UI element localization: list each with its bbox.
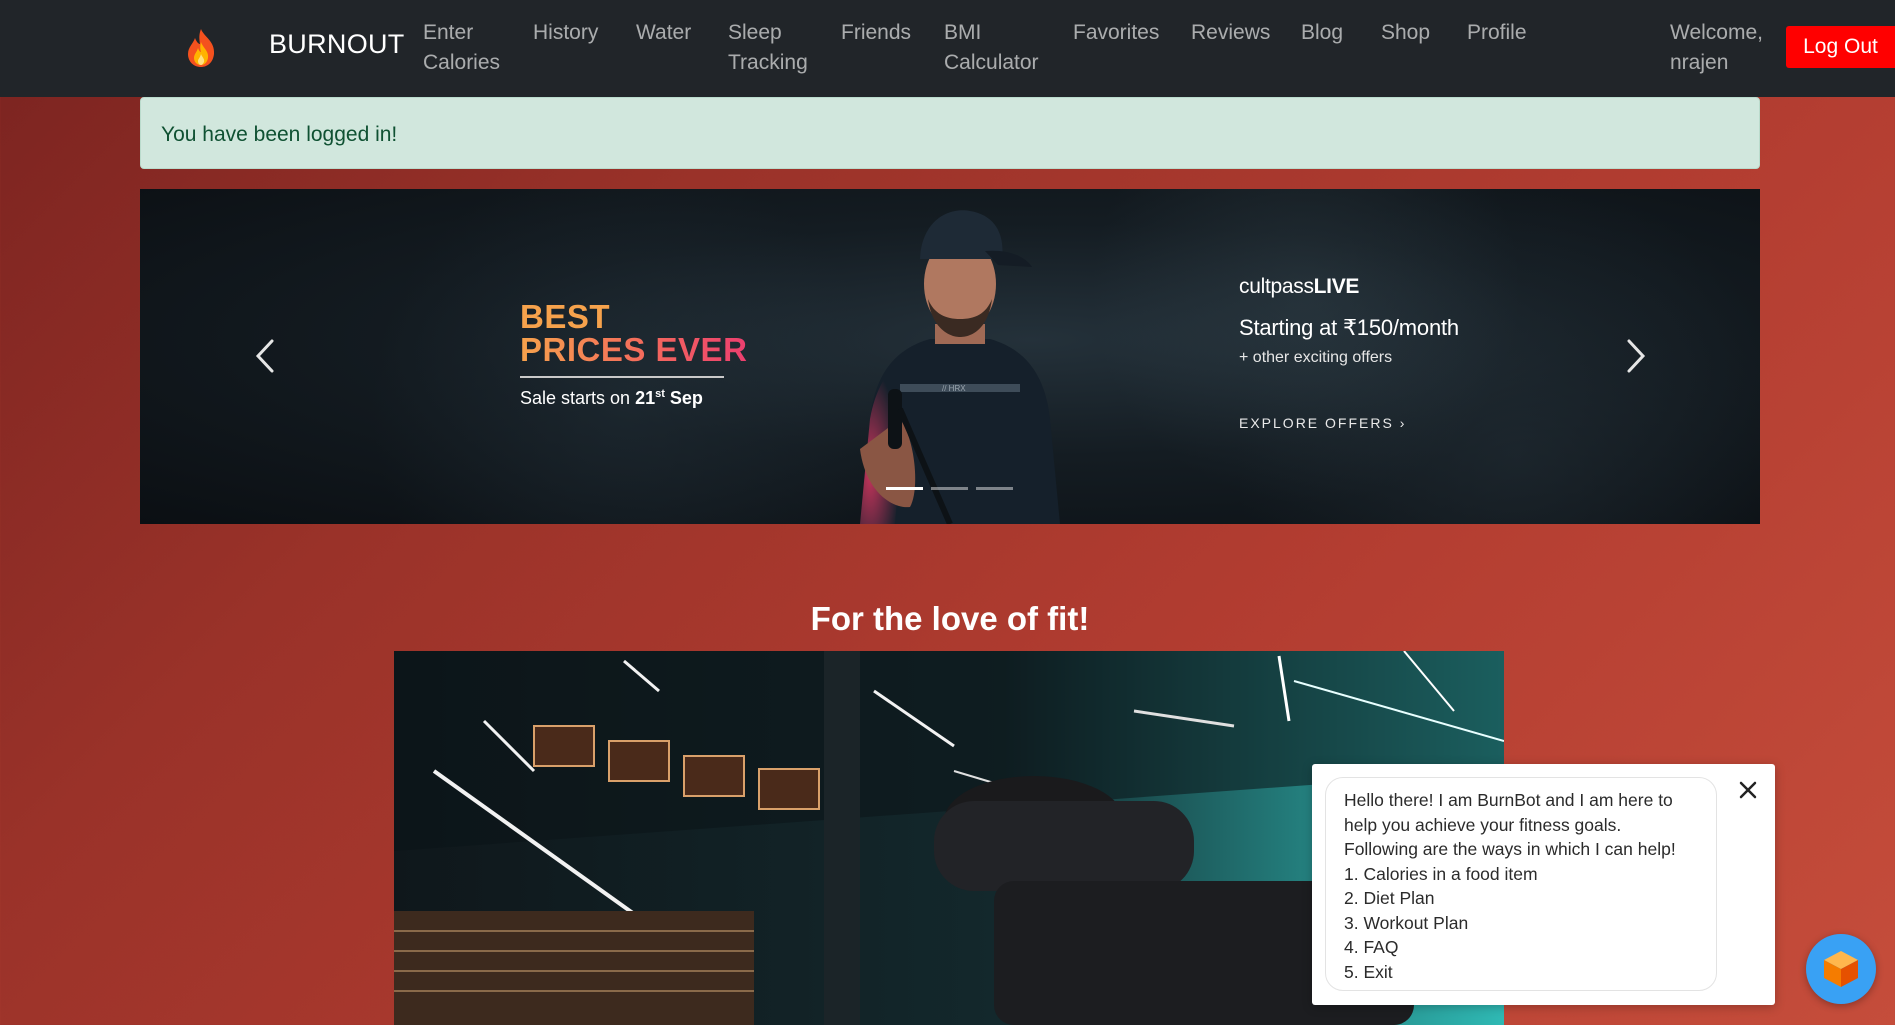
sale-date-suffix: st — [655, 388, 665, 400]
promo-carousel[interactable]: BEST PRICES EVER Sale starts on 21st Sep… — [140, 189, 1760, 524]
athlete-image: // HRX — [860, 210, 1060, 524]
chat-option-diet-plan: 2. Diet Plan — [1344, 888, 1435, 908]
carousel-indicator-2[interactable] — [931, 487, 968, 490]
nav-link-favorites[interactable]: Favorites — [1073, 18, 1159, 48]
logout-button[interactable]: Log Out — [1786, 26, 1895, 68]
cultpass-price: Starting at ₹150/month — [1239, 315, 1459, 340]
chatbot-panel: Hello there! I am BurnBot and I am here … — [1312, 764, 1775, 1005]
chat-option-calories: 1. Calories in a food item — [1344, 863, 1538, 884]
carousel-indicators — [886, 487, 1013, 490]
nav-link-water[interactable]: Water — [636, 18, 691, 48]
cultpass-brand-light: cultpass — [1239, 275, 1314, 298]
shirt-logo: // HRX — [942, 384, 966, 393]
carousel-next-icon[interactable] — [1615, 331, 1655, 381]
cultpass-brand-bold: LIVE — [1313, 275, 1360, 298]
explore-offers-link[interactable]: EXPLORE OFFERS › — [1239, 415, 1459, 431]
chatbot-launcher-button[interactable] — [1806, 934, 1876, 1004]
chat-option-faq: 4. FAQ — [1344, 937, 1399, 957]
section-title: For the love of fit! — [810, 600, 1090, 637]
brand-link[interactable]: BURNOUT — [269, 29, 405, 60]
promo-sale-date: Sale starts on 21st Sep — [520, 388, 747, 409]
promo-headline-block: BEST PRICES EVER Sale starts on 21st Sep — [520, 298, 748, 409]
carousel-indicator-1[interactable] — [886, 487, 923, 490]
nav-link-bmi-calculator[interactable]: BMI Calculator — [944, 18, 1039, 78]
cultpass-offers: + other exciting offers — [1239, 349, 1393, 366]
chat-line: Hello there! I am BurnBot and I am here … — [1344, 790, 1673, 810]
chat-option-workout-plan: 3. Workout Plan — [1344, 912, 1469, 933]
cultpass-brand: cultpassLIVE — [1239, 275, 1459, 299]
chat-option-exit: 5. Exit — [1344, 961, 1393, 982]
navbar: BURNOUT Enter Calories History Water Sle… — [0, 0, 1895, 97]
nav-link-history[interactable]: History — [533, 18, 598, 48]
nav-link-blog[interactable]: Blog — [1301, 18, 1343, 48]
welcome-text: Welcome, nrajen — [1670, 21, 1763, 74]
chat-line: help you achieve your fitness goals. — [1344, 814, 1622, 835]
nav-link-profile[interactable]: Profile — [1467, 18, 1527, 48]
carousel-prev-icon[interactable] — [246, 331, 286, 381]
sale-month: Sep — [664, 388, 703, 408]
sale-date: 21 — [635, 388, 656, 408]
nav-link-enter-calories[interactable]: Enter Calories — [423, 18, 500, 78]
flame-icon[interactable] — [184, 28, 218, 68]
nav-link-friends[interactable]: Friends — [841, 18, 911, 48]
login-success-alert: You have been logged in! — [140, 97, 1760, 169]
sale-prefix: Sale starts on — [520, 388, 636, 408]
promo-headline-line2: PRICES EVER — [520, 331, 748, 368]
chat-line: Following are the ways in which I can he… — [1344, 839, 1676, 859]
nav-link-shop[interactable]: Shop — [1381, 18, 1430, 48]
nav-link-reviews[interactable]: Reviews — [1191, 18, 1270, 48]
carousel-indicator-3[interactable] — [976, 487, 1013, 490]
alert-message: You have been logged in! — [161, 123, 398, 146]
close-icon[interactable] — [1736, 778, 1760, 802]
cultpass-offer: cultpassLIVE Starting at ₹150/month + ot… — [1239, 275, 1459, 431]
chatbot-message: Hello there! I am BurnBot and I am here … — [1325, 777, 1717, 991]
cube-icon — [1824, 951, 1858, 987]
promo-headline-line1: BEST — [520, 298, 611, 335]
nav-link-sleep-tracking[interactable]: Sleep Tracking — [728, 18, 808, 78]
promo-divider — [520, 376, 724, 378]
